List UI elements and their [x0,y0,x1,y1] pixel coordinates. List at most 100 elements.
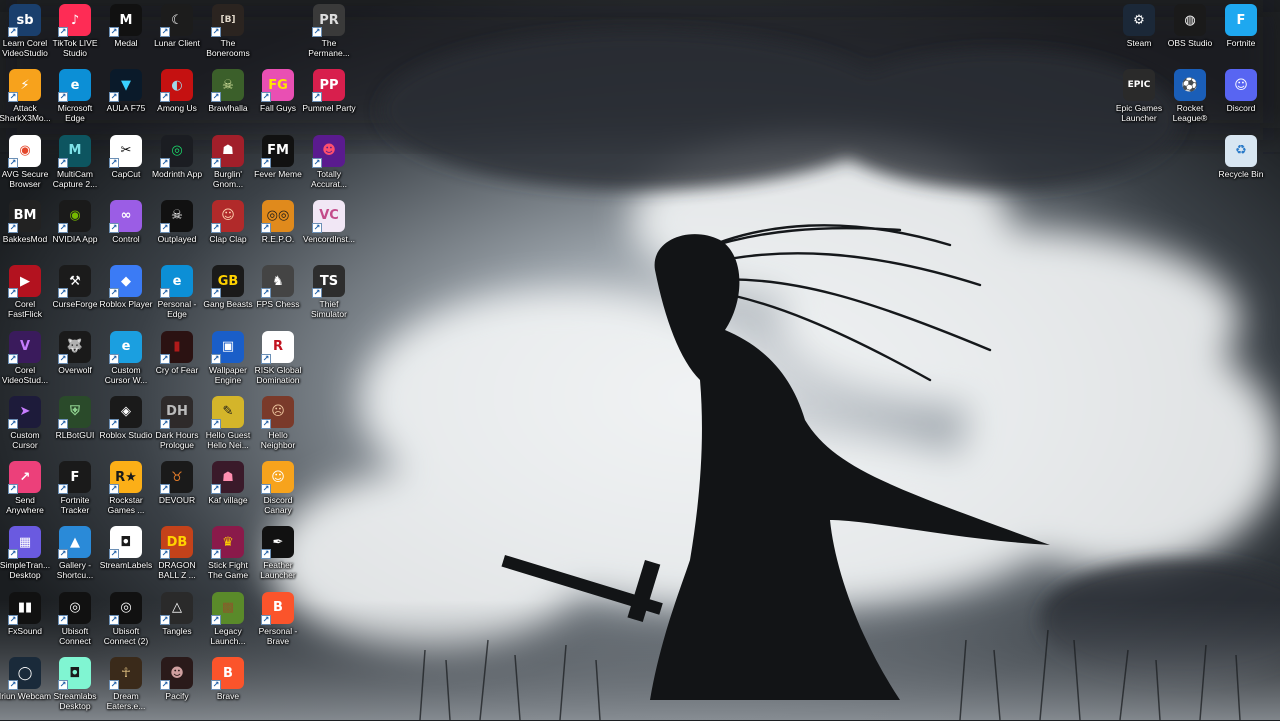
desktop-shortcut-feather[interactable]: ✒ ↗ Feather Launcher [253,526,303,590]
desktop-shortcut-discord[interactable]: ☺ Discord [1216,69,1266,133]
desktop-shortcut-permanent-residence[interactable]: PR ↗ The Permane... [304,4,354,68]
desktop-shortcut-edge-profile[interactable]: e ↗ Personal - Edge [152,265,202,329]
desktop-shortcut-burglin-gnomes[interactable]: ☗ ↗ Burglin' Gnom... [203,134,253,199]
desktop-shortcut-brave[interactable]: B ↗ Brave [203,657,253,721]
control-icon: ∞ ↗ [109,199,142,233]
shortcut-arrow-icon: ↗ [109,92,119,103]
desktop-shortcut-ubisoft[interactable]: ◎ ↗ Ubisoft Connect [50,591,100,656]
desktop-shortcut-rockstar[interactable]: R★ ↗ Rockstar Games ... [101,461,151,525]
desktop-shortcut-clap-clap[interactable]: ☺ ↗ Clap Clap [203,199,253,264]
desktop-shortcut-brawlhalla[interactable]: ☠ ↗ Brawlhalla [203,69,253,133]
desktop-shortcut-label: Gang Beasts [203,299,253,310]
desktop-shortcut-bakkesmod[interactable]: BM ↗ BakkesMod [0,199,50,264]
desktop-shortcut-label: AULA F75 [106,103,146,114]
desktop-shortcut-fall-guys[interactable]: FG ↗ Fall Guys [253,69,303,133]
desktop-shortcut-thief-simulator[interactable]: TS ↗ Thief Simulator [304,265,354,329]
desktop-shortcut-label: R.E.P.O. [261,233,295,244]
desktop-shortcut-brave-profile[interactable]: B ↗ Personal - Brave [253,591,303,656]
desktop-shortcut-dark-hours[interactable]: DH ↗ Dark Hours Prologue [152,395,202,460]
shortcut-arrow-icon: ↗ [160,680,170,690]
desktop-shortcut-pummel-party[interactable]: PP ↗ Pummel Party [302,69,356,133]
desktop-shortcut-pacify[interactable]: ☻ ↗ Pacify [152,657,202,721]
desktop-shortcut-capcut[interactable]: ✂ ↗ CapCut [101,134,151,199]
desktop-shortcut-ubisoft-2[interactable]: ◎ ↗ Ubisoft Connect (2) [101,591,151,656]
desktop-shortcut-cry-of-fear[interactable]: ▮ ↗ Cry of Fear [152,330,202,395]
desktop-shortcut-dragon-ball[interactable]: DB ↗ DRAGON BALL Z ... [152,526,202,590]
desktop-shortcut-control[interactable]: ∞ ↗ Control [101,199,151,264]
desktop-shortcut-steam[interactable]: ⚙ Steam [1114,4,1164,68]
desktop-shortcut-send-anywhere[interactable]: ↗ ↗ Send Anywhere [0,461,50,525]
thief-simulator-icon: TS ↗ [312,265,345,299]
desktop-shortcut-devour[interactable]: ♉ ↗ DEVOUR [152,461,202,525]
desktop-shortcut-discord-canary[interactable]: ☺ ↗ Discord Canary [253,461,303,525]
attack-shark-icon: ⚡ ↗ [8,69,41,103]
shortcut-arrow-icon: ↗ [109,353,119,364]
desktop-shortcut-kaf-village[interactable]: ☗ ↗ Kaf village [203,461,253,525]
desktop-shortcut-edge[interactable]: e ↗ Microsoft Edge [50,69,100,133]
desktop-shortcut-multicam[interactable]: M ↗ MultiCam Capture 2... [50,134,100,199]
desktop-shortcut-custom-cursor-web[interactable]: e ↗ Custom Cursor W... [101,330,151,395]
fever-meme-icon: FM ↗ [261,134,294,168]
desktop-shortcut-bonerooms[interactable]: [B] ↗ The Bonerooms [203,4,253,68]
desktop-shortcut-gang-beasts[interactable]: GB ↗ Gang Beasts [203,265,253,329]
desktop-shortcut-custom-cursor[interactable]: ➤ ↗ Custom Cursor [0,395,50,460]
desktop-shortcut-label: Wallpaper Engine [209,364,247,385]
desktop-shortcut-roblox-studio[interactable]: ◈ ↗ Roblox Studio [100,395,152,460]
desktop-shortcut-hello-neighbor[interactable]: ☹ ↗ Hello Neighbor [253,395,303,460]
desktop-shortcut-fever-meme[interactable]: FM ↗ Fever Meme [253,134,303,199]
curseforge-icon: ⚒ ↗ [58,265,91,299]
desktop-shortcut-minecraft-legacy[interactable]: ▩ ↗ Legacy Launch... [203,591,253,656]
desktop-shortcut-attack-shark[interactable]: ⚡ ↗ Attack SharkX3Mo... [0,69,51,133]
desktop-shortcut-dream-eaters[interactable]: ☥ ↗ Dream Eaters.e... [101,657,151,721]
shortcut-arrow-icon: ↗ [211,614,221,625]
desktop-shortcut-medal[interactable]: M ↗ Medal [101,4,151,68]
desktop-shortcut-hello-guest[interactable]: ✎ ↗ Hello Guest Hello Nei... [203,395,253,460]
desktop-shortcut-fortnite-tracker[interactable]: F ↗ Fortnite Tracker [50,461,100,525]
desktop-shortcut-lunar-client[interactable]: ☾ ↗ Lunar Client [152,4,202,68]
desktop-shortcut-gallery[interactable]: ▲ ↗ Gallery - Shortcu... [50,526,100,590]
desktop-shortcut-rocket-league[interactable]: ⚽ Rocket League® [1165,69,1215,133]
shortcut-arrow-icon: ↗ [8,222,18,233]
desktop-shortcut-tangles[interactable]: △ ↗ Tangles [152,591,202,656]
desktop-shortcut-simpletransfer[interactable]: ▦ ↗ SimpleTran... Desktop [0,526,50,590]
desktop-shortcut-overwolf[interactable]: 🐺 ↗ Overwolf [50,330,100,395]
desktop-shortcut-outplayed[interactable]: ☠ ↗ Outplayed [152,199,202,264]
desktop-shortcut-nvidia[interactable]: ◉ ↗ NVIDIA App [50,199,100,264]
desktop-shortcut-among-us[interactable]: ◐ ↗ Among Us [152,69,202,133]
shortcut-arrow-icon: ↗ [8,418,18,429]
desktop-shortcut-tabs[interactable]: ☻ ↗ Totally Accurat... [304,134,354,199]
desktop-shortcut-obs[interactable]: ◍ OBS Studio [1165,4,1215,68]
desktop-shortcut-tiktok[interactable]: ♪ ↗ TikTok LIVE Studio [50,4,100,68]
desktop-shortcut-wallpaper-engine[interactable]: ▣ ↗ Wallpaper Engine [203,330,253,395]
desktop-shortcut-fastflick[interactable]: ▶ ↗ Corel FastFlick [0,265,50,329]
shortcut-arrow-icon: ↗ [160,92,170,103]
shortcut-arrow-icon: ↗ [261,418,271,429]
desktop-shortcut-label: Dream Eaters.e... [106,691,146,711]
desktop-shortcut-streamlabs[interactable]: ◘ ↗ Streamlabs Desktop [50,657,100,721]
edge-icon: e ↗ [58,69,91,103]
shortcut-arrow-icon: ↗ [160,222,170,233]
desktop-shortcut-fortnite[interactable]: F Fortnite [1216,4,1266,68]
desktop-shortcut-risk[interactable]: R ↗ RISK Global Domination [253,330,303,395]
desktop-shortcut-fxsound[interactable]: ▮▮ ↗ FxSound [0,591,50,656]
desktop-shortcut-epic-games[interactable]: EPIC Epic Games Launcher [1114,69,1164,133]
desktop-shortcut-repo[interactable]: ◎◎ ↗ R.E.P.O. [253,199,303,264]
desktop-shortcut-vencord[interactable]: VC ↗ VencordInst... [303,199,355,264]
desktop-shortcut-corel-training[interactable]: sb ↗ Learn Corel VideoStudio [0,4,50,68]
desktop-shortcut-rlbotgui[interactable]: ⛨ ↗ RLBotGUI [50,395,100,460]
desktop-shortcut-roblox-player[interactable]: ◆ ↗ Roblox Player [100,265,152,329]
desktop-shortcut-curseforge[interactable]: ⚒ ↗ CurseForge [50,265,100,329]
desktop-shortcut-streamlabels[interactable]: ◘ ↗ StreamLabels [100,526,152,590]
shortcut-arrow-icon: ↗ [8,549,18,560]
desktop-shortcut-corel-videostudio[interactable]: V ↗ Corel VideoStud... [0,330,50,395]
desktop-shortcut-aula[interactable]: ▼ ↗ AULA F75 [101,69,151,133]
desktop-shortcut-fps-chess[interactable]: ♞ ↗ FPS Chess [253,265,303,329]
desktop-shortcut-recycle-bin[interactable]: ♻ Recycle Bin [1216,134,1266,199]
desktop-shortcut-iriun-webcam[interactable]: ◯ ↗ Iriun Webcam [0,657,51,721]
desktop-shortcut-label: The Bonerooms [206,38,250,58]
desktop-shortcut-modrinth[interactable]: ◎ ↗ Modrinth App [152,134,202,199]
desktop-shortcut-stick-fight[interactable]: ♛ ↗ Stick Fight The Game [203,526,253,590]
desktop-shortcut-label: Feather Launcher [260,560,296,581]
shortcut-arrow-icon: ↗ [312,288,322,299]
desktop-shortcut-avg-browser[interactable]: ◉ ↗ AVG Secure Browser [0,134,50,199]
